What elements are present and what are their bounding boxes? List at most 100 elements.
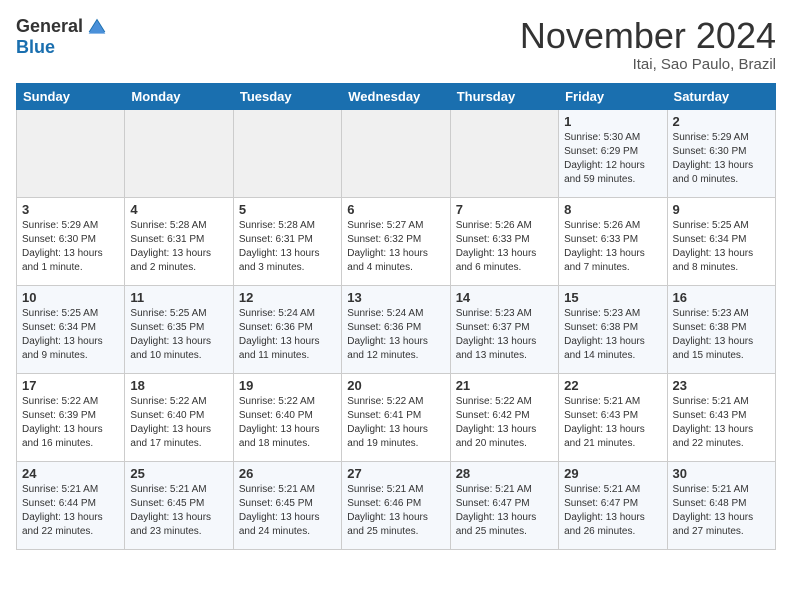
calendar-table: SundayMondayTuesdayWednesdayThursdayFrid… — [16, 83, 776, 550]
day-number: 20 — [347, 378, 444, 393]
day-number: 17 — [22, 378, 119, 393]
day-number: 5 — [239, 202, 336, 217]
day-number: 19 — [239, 378, 336, 393]
logo-general-text: General — [16, 16, 83, 37]
calendar-week-5: 24 Sunrise: 5:21 AM Sunset: 6:44 PM Dayli… — [17, 461, 776, 549]
logo-icon — [87, 17, 107, 37]
day-info: Sunrise: 5:30 AM Sunset: 6:29 PM Dayligh… — [564, 131, 661, 187]
calendar-cell: 13 Sunrise: 5:24 AM Sunset: 6:36 PM Dayli… — [342, 285, 450, 373]
day-number: 26 — [239, 466, 336, 481]
day-number: 23 — [673, 378, 770, 393]
day-info: Sunrise: 5:22 AM Sunset: 6:41 PM Dayligh… — [347, 395, 444, 451]
calendar-cell: 22 Sunrise: 5:21 AM Sunset: 6:43 PM Dayli… — [559, 373, 667, 461]
calendar-cell — [450, 109, 558, 197]
day-number: 3 — [22, 202, 119, 217]
calendar-week-3: 10 Sunrise: 5:25 AM Sunset: 6:34 PM Dayli… — [17, 285, 776, 373]
day-number: 15 — [564, 290, 661, 305]
day-number: 25 — [130, 466, 227, 481]
calendar-cell: 27 Sunrise: 5:21 AM Sunset: 6:46 PM Dayli… — [342, 461, 450, 549]
day-info: Sunrise: 5:26 AM Sunset: 6:33 PM Dayligh… — [456, 219, 553, 275]
calendar-cell: 16 Sunrise: 5:23 AM Sunset: 6:38 PM Dayli… — [667, 285, 775, 373]
day-info: Sunrise: 5:25 AM Sunset: 6:34 PM Dayligh… — [22, 307, 119, 363]
day-number: 6 — [347, 202, 444, 217]
calendar-cell: 12 Sunrise: 5:24 AM Sunset: 6:36 PM Dayli… — [233, 285, 341, 373]
day-info: Sunrise: 5:24 AM Sunset: 6:36 PM Dayligh… — [239, 307, 336, 363]
calendar-cell: 2 Sunrise: 5:29 AM Sunset: 6:30 PM Daylig… — [667, 109, 775, 197]
day-info: Sunrise: 5:27 AM Sunset: 6:32 PM Dayligh… — [347, 219, 444, 275]
day-number: 21 — [456, 378, 553, 393]
day-info: Sunrise: 5:22 AM Sunset: 6:42 PM Dayligh… — [456, 395, 553, 451]
day-info: Sunrise: 5:21 AM Sunset: 6:47 PM Dayligh… — [456, 483, 553, 539]
calendar-cell: 20 Sunrise: 5:22 AM Sunset: 6:41 PM Dayli… — [342, 373, 450, 461]
day-number: 28 — [456, 466, 553, 481]
calendar-cell: 26 Sunrise: 5:21 AM Sunset: 6:45 PM Dayli… — [233, 461, 341, 549]
day-number: 10 — [22, 290, 119, 305]
day-number: 4 — [130, 202, 227, 217]
day-number: 12 — [239, 290, 336, 305]
day-info: Sunrise: 5:21 AM Sunset: 6:45 PM Dayligh… — [130, 483, 227, 539]
col-header-tuesday: Tuesday — [233, 83, 341, 109]
day-number: 16 — [673, 290, 770, 305]
day-number: 2 — [673, 114, 770, 129]
title-area: November 2024 Itai, Sao Paulo, Brazil — [520, 16, 776, 73]
col-header-wednesday: Wednesday — [342, 83, 450, 109]
day-info: Sunrise: 5:22 AM Sunset: 6:39 PM Dayligh… — [22, 395, 119, 451]
day-info: Sunrise: 5:21 AM Sunset: 6:48 PM Dayligh… — [673, 483, 770, 539]
calendar-cell: 28 Sunrise: 5:21 AM Sunset: 6:47 PM Dayli… — [450, 461, 558, 549]
calendar-cell: 21 Sunrise: 5:22 AM Sunset: 6:42 PM Dayli… — [450, 373, 558, 461]
day-number: 9 — [673, 202, 770, 217]
calendar-cell: 17 Sunrise: 5:22 AM Sunset: 6:39 PM Dayli… — [17, 373, 125, 461]
col-header-thursday: Thursday — [450, 83, 558, 109]
day-info: Sunrise: 5:21 AM Sunset: 6:47 PM Dayligh… — [564, 483, 661, 539]
calendar-cell: 10 Sunrise: 5:25 AM Sunset: 6:34 PM Dayli… — [17, 285, 125, 373]
day-info: Sunrise: 5:21 AM Sunset: 6:43 PM Dayligh… — [564, 395, 661, 451]
calendar-week-4: 17 Sunrise: 5:22 AM Sunset: 6:39 PM Dayli… — [17, 373, 776, 461]
day-info: Sunrise: 5:23 AM Sunset: 6:38 PM Dayligh… — [673, 307, 770, 363]
day-info: Sunrise: 5:23 AM Sunset: 6:37 PM Dayligh… — [456, 307, 553, 363]
calendar-cell: 1 Sunrise: 5:30 AM Sunset: 6:29 PM Daylig… — [559, 109, 667, 197]
calendar-cell — [233, 109, 341, 197]
day-info: Sunrise: 5:29 AM Sunset: 6:30 PM Dayligh… — [673, 131, 770, 187]
calendar-cell: 14 Sunrise: 5:23 AM Sunset: 6:37 PM Dayli… — [450, 285, 558, 373]
calendar-cell — [125, 109, 233, 197]
day-info: Sunrise: 5:23 AM Sunset: 6:38 PM Dayligh… — [564, 307, 661, 363]
day-info: Sunrise: 5:29 AM Sunset: 6:30 PM Dayligh… — [22, 219, 119, 275]
logo-blue-text: Blue — [16, 37, 55, 58]
day-number: 1 — [564, 114, 661, 129]
day-number: 29 — [564, 466, 661, 481]
calendar-cell: 18Sunrise: 5:22 AM Sunset: 6:40 PM Dayli… — [125, 373, 233, 461]
day-info: Sunrise: 5:21 AM Sunset: 6:46 PM Dayligh… — [347, 483, 444, 539]
logo: General Blue — [16, 16, 107, 58]
day-info: Sunrise: 5:25 AM Sunset: 6:34 PM Dayligh… — [673, 219, 770, 275]
day-info: Sunrise: 5:21 AM Sunset: 6:44 PM Dayligh… — [22, 483, 119, 539]
calendar-cell: 3 Sunrise: 5:29 AM Sunset: 6:30 PM Daylig… — [17, 197, 125, 285]
day-number: 30 — [673, 466, 770, 481]
day-info: Sunrise: 5:21 AM Sunset: 6:45 PM Dayligh… — [239, 483, 336, 539]
day-number: 22 — [564, 378, 661, 393]
day-number: 13 — [347, 290, 444, 305]
day-info: Sunrise: 5:28 AM Sunset: 6:31 PM Dayligh… — [130, 219, 227, 275]
day-info: Sunrise: 5:26 AM Sunset: 6:33 PM Dayligh… — [564, 219, 661, 275]
day-number: 7 — [456, 202, 553, 217]
day-info: Sunrise: 5:22 AM Sunset: 6:40 PM Dayligh… — [130, 395, 227, 451]
calendar-cell: 4 Sunrise: 5:28 AM Sunset: 6:31 PM Daylig… — [125, 197, 233, 285]
day-number: 8 — [564, 202, 661, 217]
calendar-cell: 23Sunrise: 5:21 AM Sunset: 6:43 PM Dayli… — [667, 373, 775, 461]
col-header-saturday: Saturday — [667, 83, 775, 109]
page-header: General Blue November 2024 Itai, Sao Pau… — [16, 16, 776, 73]
day-number: 24 — [22, 466, 119, 481]
calendar-cell: 24 Sunrise: 5:21 AM Sunset: 6:44 PM Dayli… — [17, 461, 125, 549]
calendar-cell: 11Sunrise: 5:25 AM Sunset: 6:35 PM Dayli… — [125, 285, 233, 373]
day-info: Sunrise: 5:24 AM Sunset: 6:36 PM Dayligh… — [347, 307, 444, 363]
location-text: Itai, Sao Paulo, Brazil — [520, 56, 776, 73]
day-info: Sunrise: 5:28 AM Sunset: 6:31 PM Dayligh… — [239, 219, 336, 275]
day-number: 14 — [456, 290, 553, 305]
calendar-cell: 5 Sunrise: 5:28 AM Sunset: 6:31 PM Daylig… — [233, 197, 341, 285]
day-number: 27 — [347, 466, 444, 481]
calendar-week-2: 3 Sunrise: 5:29 AM Sunset: 6:30 PM Daylig… — [17, 197, 776, 285]
calendar-cell: 30 Sunrise: 5:21 AM Sunset: 6:48 PM Dayli… — [667, 461, 775, 549]
calendar-cell: 9 Sunrise: 5:25 AM Sunset: 6:34 PM Daylig… — [667, 197, 775, 285]
day-number: 11 — [130, 290, 227, 305]
month-title: November 2024 — [520, 16, 776, 56]
calendar-cell — [342, 109, 450, 197]
